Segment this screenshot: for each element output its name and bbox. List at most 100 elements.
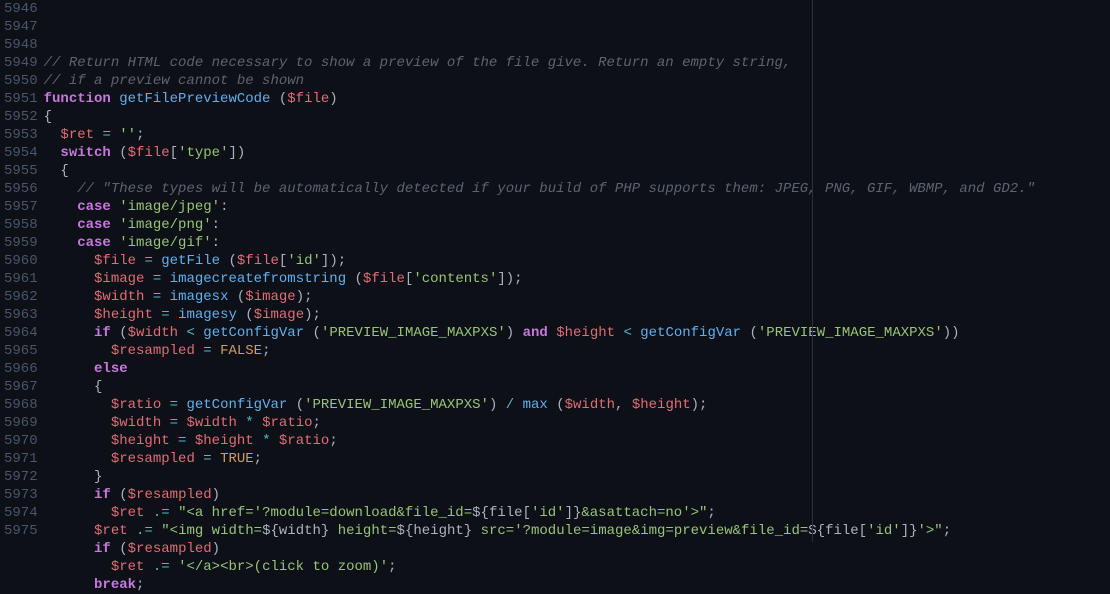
- token: *: [245, 415, 253, 431]
- code-line[interactable]: $ret .= '</a><br>(click to zoom)';: [44, 558, 1110, 576]
- token: [44, 433, 111, 449]
- token: [: [523, 505, 531, 521]
- code-line[interactable]: $file = getFile ($file['id']);: [44, 252, 1110, 270]
- token: (: [313, 325, 321, 341]
- token: [44, 577, 94, 593]
- code-line[interactable]: case 'image/jpeg':: [44, 198, 1110, 216]
- code-line[interactable]: $height = $height * $ratio;: [44, 432, 1110, 450]
- token: [44, 343, 111, 359]
- token: ;: [388, 559, 396, 575]
- token: [44, 145, 61, 161]
- token: ]}: [565, 505, 582, 521]
- token: .=: [153, 559, 170, 575]
- code-line[interactable]: $height = imagesy ($image);: [44, 306, 1110, 324]
- code-line[interactable]: else: [44, 360, 1110, 378]
- token: getFilePreviewCode: [119, 91, 270, 107]
- code-line[interactable]: $resampled = TRUE;: [44, 450, 1110, 468]
- token: ;: [329, 433, 337, 449]
- code-line[interactable]: $ret = '';: [44, 126, 1110, 144]
- code-line[interactable]: $image = imagecreatefromstring ($file['c…: [44, 270, 1110, 288]
- line-number: 5952: [4, 108, 38, 126]
- line-number: 5971: [4, 450, 38, 468]
- line-number: 5972: [4, 468, 38, 486]
- token: (: [556, 397, 564, 413]
- code-line[interactable]: // Return HTML code necessary to show a …: [44, 54, 1110, 72]
- code-line[interactable]: {: [44, 378, 1110, 396]
- token: max: [523, 397, 548, 413]
- token: $height: [94, 307, 153, 323]
- token: [195, 451, 203, 467]
- token: ]);: [497, 271, 522, 287]
- code-line[interactable]: }: [44, 468, 1110, 486]
- token: $ratio: [262, 415, 312, 431]
- code-line[interactable]: if ($resampled): [44, 540, 1110, 558]
- token: break: [94, 577, 136, 593]
- token: $resampled: [128, 541, 212, 557]
- line-number: 5963: [4, 306, 38, 324]
- token: );: [304, 307, 321, 323]
- token: [254, 415, 262, 431]
- token: file: [825, 523, 859, 539]
- token: ${: [472, 505, 489, 521]
- line-number: 5949: [4, 54, 38, 72]
- code-line[interactable]: break;: [44, 576, 1110, 594]
- token: $image: [245, 289, 295, 305]
- line-number: 5948: [4, 36, 38, 54]
- token: {: [60, 163, 68, 179]
- line-number: 5964: [4, 324, 38, 342]
- token: [170, 433, 178, 449]
- token: [44, 379, 94, 395]
- token: $file: [237, 253, 279, 269]
- token: [111, 217, 119, 233]
- token: function: [44, 91, 111, 107]
- token: FALSE: [220, 343, 262, 359]
- code-area[interactable]: // Return HTML code necessary to show a …: [44, 0, 1110, 542]
- code-editor[interactable]: 5946594759485949595059515952595359545955…: [0, 0, 1110, 542]
- token: [346, 271, 354, 287]
- token: [44, 217, 78, 233]
- code-line[interactable]: case 'image/png':: [44, 216, 1110, 234]
- code-line[interactable]: // if a preview cannot be shown: [44, 72, 1110, 90]
- token: =: [161, 307, 169, 323]
- token: ${: [808, 523, 825, 539]
- code-line[interactable]: // "These types will be automatically de…: [44, 180, 1110, 198]
- code-line[interactable]: {: [44, 162, 1110, 180]
- code-line[interactable]: function getFilePreviewCode ($file): [44, 90, 1110, 108]
- token: =: [144, 253, 152, 269]
- token: :: [212, 217, 220, 233]
- token: ): [329, 91, 337, 107]
- line-number: 5965: [4, 342, 38, 360]
- token: if: [94, 541, 111, 557]
- token: /: [506, 397, 514, 413]
- token: [186, 433, 194, 449]
- token: [44, 181, 78, 197]
- line-number: 5960: [4, 252, 38, 270]
- code-line[interactable]: $ret .= "<img width=${width} height=${he…: [44, 522, 1110, 540]
- token: 'image/jpeg': [119, 199, 220, 215]
- code-line[interactable]: $width = imagesx ($image);: [44, 288, 1110, 306]
- code-line[interactable]: $ratio = getConfigVar ('PREVIEW_IMAGE_MA…: [44, 396, 1110, 414]
- token: $width: [94, 289, 144, 305]
- code-line[interactable]: $resampled = FALSE;: [44, 342, 1110, 360]
- code-line[interactable]: if ($resampled): [44, 486, 1110, 504]
- token: [514, 325, 522, 341]
- code-line[interactable]: $width = $width * $ratio;: [44, 414, 1110, 432]
- token: ]);: [321, 253, 346, 269]
- token: [170, 559, 178, 575]
- token: [144, 289, 152, 305]
- token: [44, 415, 111, 431]
- code-line[interactable]: {: [44, 108, 1110, 126]
- token: (: [228, 253, 236, 269]
- token: if: [94, 487, 111, 503]
- token: =: [170, 397, 178, 413]
- code-line[interactable]: if ($width < getConfigVar ('PREVIEW_IMAG…: [44, 324, 1110, 342]
- code-line[interactable]: switch ($file['type']): [44, 144, 1110, 162]
- line-number: 5961: [4, 270, 38, 288]
- token: =: [203, 451, 211, 467]
- token: [623, 397, 631, 413]
- token: $ret: [111, 505, 145, 521]
- token: ): [506, 325, 514, 341]
- code-line[interactable]: case 'image/gif':: [44, 234, 1110, 252]
- token: [287, 397, 295, 413]
- code-line[interactable]: $ret .= "<a href='?module=download&file_…: [44, 504, 1110, 522]
